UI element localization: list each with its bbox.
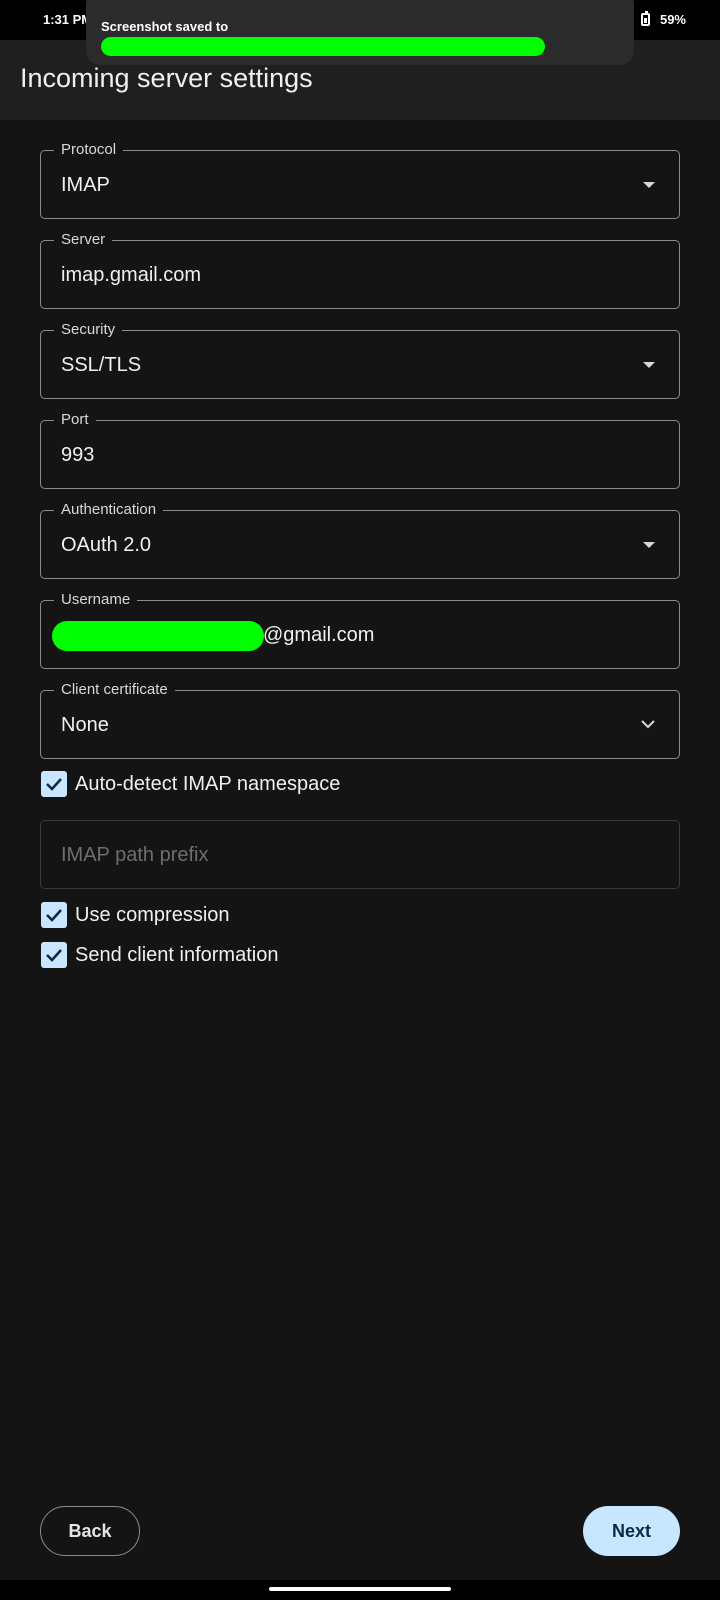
back-button[interactable]: Back xyxy=(40,1506,140,1556)
auto-detect-namespace-row[interactable]: Auto-detect IMAP namespace xyxy=(41,770,340,798)
page-title: Incoming server settings xyxy=(20,63,313,93)
client-certificate-label: Client certificate xyxy=(54,680,175,700)
use-compression-row[interactable]: Use compression xyxy=(41,901,230,929)
dropdown-arrow-icon xyxy=(643,182,655,188)
imap-path-prefix-input: IMAP path prefix xyxy=(40,820,680,889)
status-time: 1:31 PM xyxy=(43,12,93,27)
toast-text: Screenshot saved to xyxy=(101,19,229,34)
auto-detect-namespace-checkbox[interactable] xyxy=(41,771,67,797)
authentication-select[interactable]: Authentication OAuth 2.0 xyxy=(40,500,680,579)
security-label: Security xyxy=(54,320,123,340)
client-certificate-select[interactable]: Client certificate None xyxy=(40,680,680,759)
checkmark-icon xyxy=(46,909,62,922)
auto-detect-namespace-label: Auto-detect IMAP namespace xyxy=(75,772,341,795)
status-battery: 59% xyxy=(640,11,686,27)
protocol-value: IMAP xyxy=(61,174,110,196)
port-value: 993 xyxy=(61,444,95,466)
send-client-info-row[interactable]: Send client information xyxy=(41,941,278,969)
battery-icon xyxy=(640,11,650,26)
server-input[interactable]: Server imap.gmail.com xyxy=(40,230,680,309)
gesture-handle[interactable] xyxy=(269,1587,451,1591)
chevron-down-icon xyxy=(641,720,655,729)
authentication-label: Authentication xyxy=(54,500,164,520)
next-button[interactable]: Next xyxy=(583,1506,680,1556)
dropdown-arrow-icon xyxy=(643,542,655,548)
client-certificate-value: None xyxy=(61,714,109,736)
imap-path-prefix-placeholder: IMAP path prefix xyxy=(61,844,209,866)
redacted-username xyxy=(52,621,264,651)
send-client-info-label: Send client information xyxy=(75,943,279,966)
protocol-label: Protocol xyxy=(54,140,124,160)
checkmark-icon xyxy=(46,949,62,962)
battery-percent: 59% xyxy=(659,12,686,27)
send-client-info-checkbox[interactable] xyxy=(41,942,67,968)
screenshot-toast[interactable]: Screenshot saved to xyxy=(86,0,634,65)
username-label: Username xyxy=(54,590,138,610)
authentication-value: OAuth 2.0 xyxy=(61,534,152,556)
username-input[interactable]: Username @gmail.com xyxy=(40,590,680,669)
port-label: Port xyxy=(54,410,96,430)
protocol-select[interactable]: Protocol IMAP xyxy=(40,140,680,219)
checkmark-icon xyxy=(46,778,62,791)
dropdown-arrow-icon xyxy=(643,362,655,368)
use-compression-checkbox[interactable] xyxy=(41,902,67,928)
username-domain: @gmail.com xyxy=(263,624,375,646)
use-compression-label: Use compression xyxy=(75,903,230,926)
security-value: SSL/TLS xyxy=(61,354,142,376)
port-input[interactable]: Port 993 xyxy=(40,410,680,489)
server-label: Server xyxy=(54,230,113,250)
navigation-bar xyxy=(0,1580,720,1600)
redacted-path xyxy=(101,37,545,56)
security-select[interactable]: Security SSL/TLS xyxy=(40,320,680,399)
server-value: imap.gmail.com xyxy=(61,264,202,286)
